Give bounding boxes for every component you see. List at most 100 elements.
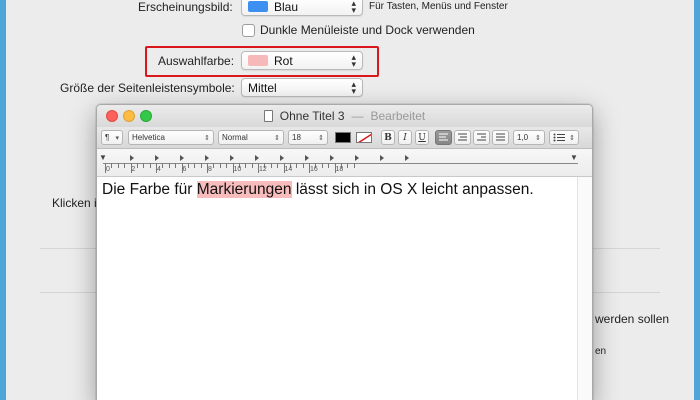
popup-arrows-icon: ▴ ▾ bbox=[351, 52, 356, 69]
format-bar: ¶ ▾ Helvetica ⇕ Normal ⇕ 18 ⇕ B I U 1,0 … bbox=[97, 127, 592, 149]
ruler-tick bbox=[117, 163, 119, 168]
ruler-tick bbox=[251, 163, 253, 168]
ruler-tick bbox=[168, 163, 170, 168]
document-icon bbox=[263, 110, 273, 122]
align-center-icon bbox=[458, 133, 467, 141]
popup-arrows-icon: ⇕ bbox=[318, 134, 324, 142]
justify-button[interactable] bbox=[492, 130, 509, 145]
ruler-tick bbox=[200, 163, 202, 168]
align-center-button[interactable] bbox=[454, 130, 471, 145]
tab-stop-marker[interactable] bbox=[379, 155, 384, 161]
popup-arrows-icon: ⇕ bbox=[204, 134, 210, 142]
ruler-tick bbox=[277, 163, 279, 168]
paragraph-style-popup[interactable]: ¶ ▾ bbox=[101, 130, 123, 145]
edited-status: Bearbeitet bbox=[370, 109, 426, 123]
partial-right-text-2: en bbox=[595, 346, 607, 357]
font-family-popup[interactable]: Helvetica ⇕ bbox=[128, 130, 214, 145]
sidebar-size-value: Mittel bbox=[248, 80, 277, 95]
ruler-tick bbox=[149, 163, 151, 168]
tab-stop-marker[interactable] bbox=[304, 155, 309, 161]
document-text[interactable]: Die Farbe für Markierungen lässt sich in… bbox=[102, 181, 534, 199]
sidebar-size-popup[interactable]: Mittel ▴ ▾ bbox=[241, 78, 363, 97]
document-area[interactable]: Die Farbe für Markierungen lässt sich in… bbox=[97, 177, 592, 400]
highlight-color-popup[interactable]: Rot ▴ ▾ bbox=[241, 51, 363, 70]
ruler-tick bbox=[194, 163, 196, 168]
dark-menu-label: Dunkle Menüleiste und Dock verwenden bbox=[260, 23, 475, 37]
tab-stop-marker[interactable] bbox=[354, 155, 359, 161]
tab-stop-marker[interactable] bbox=[204, 155, 209, 161]
tab-stop-marker[interactable] bbox=[254, 155, 259, 161]
ruler-tick bbox=[175, 163, 177, 168]
title-separator: — bbox=[351, 109, 364, 123]
dark-menu-checkbox[interactable] bbox=[242, 23, 255, 37]
appearance-value: Blau bbox=[274, 0, 299, 14]
line-spacing-popup[interactable]: 1,0 ⇕ bbox=[513, 130, 545, 145]
ruler-number: 6 bbox=[182, 166, 187, 173]
font-size-combo[interactable]: 18 ⇕ bbox=[288, 130, 328, 145]
tab-stop-marker[interactable] bbox=[404, 155, 409, 161]
appearance-label: Erscheinungsbild: bbox=[138, 0, 233, 14]
dropdown-icon: ▾ bbox=[115, 134, 119, 142]
textedit-window[interactable]: Ohne Titel 3 — Bearbeitet ¶ ▾ Helvetica ⇕ … bbox=[96, 104, 593, 400]
ruler-tick bbox=[143, 163, 145, 168]
paragraph-icon: ¶ bbox=[105, 133, 110, 142]
partial-click-text: Klicken i bbox=[52, 196, 97, 210]
ruler-tick bbox=[270, 163, 272, 168]
italic-button[interactable]: I bbox=[398, 130, 412, 145]
ruler-number: 16 bbox=[310, 166, 318, 173]
window-title: Ohne Titel 3 bbox=[279, 109, 345, 123]
right-margin-marker[interactable]: ▼ bbox=[570, 153, 578, 162]
ruler-number: 0 bbox=[106, 166, 110, 173]
appearance-color-swatch bbox=[248, 1, 268, 12]
highlight-color-swatch bbox=[248, 55, 268, 66]
tab-stop-marker[interactable] bbox=[129, 155, 134, 161]
left-margin-marker[interactable]: ▼ bbox=[99, 153, 107, 162]
ruler-tick bbox=[226, 163, 228, 168]
background-color-well[interactable] bbox=[356, 132, 372, 143]
ruler-tick bbox=[187, 163, 189, 168]
title-bar[interactable]: Ohne Titel 3 — Bearbeitet bbox=[97, 105, 592, 127]
list-style-popup[interactable]: ⇕ bbox=[549, 130, 579, 145]
text-color-well[interactable] bbox=[335, 132, 351, 143]
ruler-tick bbox=[245, 163, 247, 168]
ruler-tick bbox=[136, 163, 138, 168]
popup-arrows-icon: ⇕ bbox=[274, 134, 280, 142]
ruler-tick bbox=[162, 163, 164, 168]
underline-button[interactable]: U bbox=[415, 130, 429, 145]
ruler-number: 8 bbox=[208, 166, 212, 173]
partial-right-text: werden sollen bbox=[595, 312, 670, 326]
tab-stop-marker[interactable] bbox=[329, 155, 334, 161]
align-right-icon bbox=[477, 133, 486, 141]
ruler-number: 10 bbox=[233, 166, 242, 173]
tab-stop-marker[interactable] bbox=[279, 155, 284, 161]
tab-stop-marker[interactable] bbox=[154, 155, 159, 161]
font-style-value: Normal bbox=[222, 133, 248, 142]
text-after: lässt sich in OS X leicht anpassen. bbox=[291, 181, 534, 198]
highlighted-word[interactable]: Markierungen bbox=[196, 181, 292, 198]
list-icon bbox=[553, 133, 565, 142]
ruler-tick bbox=[219, 163, 221, 168]
ruler-number: 2 bbox=[131, 166, 136, 173]
ruler-number: 18 bbox=[335, 166, 344, 173]
ruler[interactable]: ▼ ▼ 0 2 4 6 8 10 12 14 16 18 bbox=[97, 149, 592, 177]
align-right-button[interactable] bbox=[473, 130, 490, 145]
popup-arrows-icon: ⇕ bbox=[569, 134, 575, 142]
window-title-area: Ohne Titel 3 — Bearbeitet bbox=[97, 109, 592, 123]
bold-button[interactable]: B bbox=[381, 130, 395, 145]
no-color-slash-icon bbox=[358, 133, 371, 142]
ruler-tick bbox=[111, 163, 113, 168]
ruler-tick bbox=[296, 163, 298, 168]
text-before: Die Farbe für bbox=[102, 181, 197, 198]
font-style-popup[interactable]: Normal ⇕ bbox=[218, 130, 284, 145]
appearance-popup[interactable]: Blau ▴ ▾ bbox=[241, 0, 363, 16]
tab-stop-marker[interactable] bbox=[179, 155, 184, 161]
dark-menu-checkbox-row[interactable]: Dunkle Menüleiste und Dock verwenden bbox=[242, 23, 475, 37]
window-edge-left bbox=[0, 0, 6, 400]
tab-stop-marker[interactable] bbox=[229, 155, 234, 161]
ruler-tick bbox=[124, 163, 126, 168]
sidebar-size-label: Größe der Seitenleistensymbole: bbox=[60, 81, 235, 95]
align-left-button[interactable] bbox=[435, 130, 452, 145]
ruler-tick bbox=[353, 163, 355, 168]
popup-arrows-icon: ▴ ▾ bbox=[351, 79, 356, 96]
ruler-number: 4 bbox=[157, 166, 161, 173]
